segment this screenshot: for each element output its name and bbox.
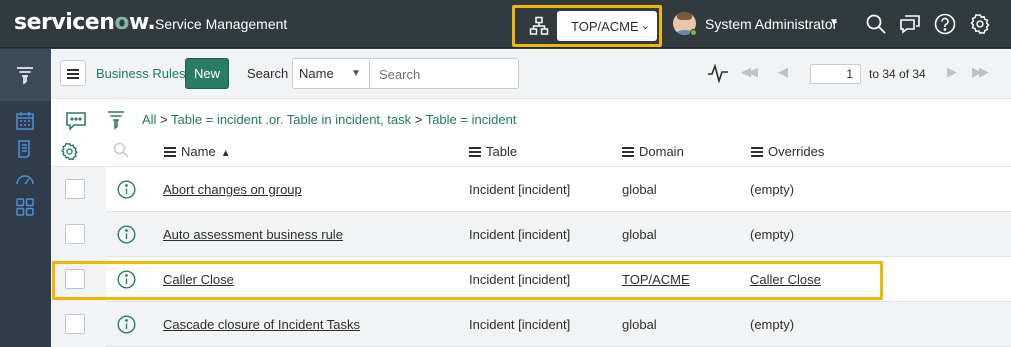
row-overrides: (empty) <box>750 182 795 197</box>
row-checkbox[interactable] <box>65 269 85 289</box>
column-label: Overrides <box>768 144 825 159</box>
help-icon[interactable] <box>934 13 956 35</box>
search-columns-icon[interactable] <box>113 142 129 158</box>
row-table: Incident [incident] <box>469 227 571 242</box>
previous-page-icon[interactable]: ◀ <box>778 64 788 80</box>
list-header-bar: Business Rules New Search Name ▼ Search … <box>51 49 1011 99</box>
search-field-select[interactable]: Name ▼ <box>292 58 370 89</box>
row-table: Incident [incident] <box>469 272 571 287</box>
row-select-cell <box>51 212 106 257</box>
personalize-list-gear-icon[interactable] <box>60 142 79 161</box>
page-total-label: to 34 of 34 <box>869 67 926 81</box>
table-row[interactable]: Cascade closure of Incident Tasks Incide… <box>51 302 1011 347</box>
presence-indicator <box>690 29 697 36</box>
row-domain: global <box>622 182 657 197</box>
gear-icon[interactable] <box>969 13 991 35</box>
connect-chat-icon[interactable] <box>899 13 921 35</box>
caret-down-icon[interactable]: ▼ <box>829 17 839 28</box>
nav-filter-tab[interactable] <box>0 49 51 101</box>
column-menu-icon[interactable] <box>622 146 634 157</box>
search-label: Search <box>247 66 289 81</box>
first-page-icon[interactable]: ◀◀ <box>741 64 758 80</box>
next-page-icon[interactable]: ▶ <box>947 64 957 80</box>
column-header-row: Name ▲ Table Domain Overrides <box>51 137 1011 167</box>
column-label: Domain <box>639 144 684 159</box>
column-header-domain[interactable]: Domain <box>622 144 684 159</box>
row-table: Incident [incident] <box>469 317 571 332</box>
activity-pulse-icon[interactable] <box>707 63 729 83</box>
activity-stream-icon[interactable] <box>65 111 87 131</box>
domain-picker-highlight: TOP/ACME ⌄ <box>512 5 662 47</box>
list-title[interactable]: Business Rules <box>96 66 186 81</box>
top-header: servicenow. Service Management TOP/ACME … <box>0 0 1011 48</box>
breadcrumb-trail: All > Table = incident .or. Table in inc… <box>142 112 517 127</box>
row-name-link[interactable]: Caller Close <box>163 272 234 287</box>
preview-info-icon[interactable] <box>117 180 136 199</box>
domain-value: TOP/ACME <box>571 19 639 34</box>
app-title: Service Management <box>155 16 288 32</box>
row-domain-link[interactable]: TOP/ACME <box>622 272 690 287</box>
row-name-link[interactable]: Auto assessment business rule <box>163 227 343 242</box>
row-domain: global <box>622 317 657 332</box>
row-overrides-link[interactable]: Caller Close <box>750 272 821 287</box>
column-menu-icon[interactable] <box>164 146 176 157</box>
history-icon[interactable] <box>15 139 35 159</box>
filter-icon[interactable] <box>15 65 35 85</box>
column-label: Name <box>181 144 216 159</box>
row-domain: global <box>622 227 657 242</box>
filter-icon[interactable] <box>107 110 125 130</box>
breadcrumb: All > Table = incident .or. Table in inc… <box>51 99 1011 137</box>
row-checkbox[interactable] <box>65 179 85 199</box>
column-header-table[interactable]: Table <box>469 144 517 159</box>
search-field-value: Name <box>299 66 334 81</box>
row-overrides: (empty) <box>750 227 795 242</box>
preview-info-icon[interactable] <box>117 225 136 244</box>
row-select-cell <box>51 167 106 212</box>
row-select-cell <box>51 257 106 302</box>
search-icon[interactable] <box>865 13 887 35</box>
calendar-icon[interactable] <box>15 111 35 131</box>
dashboard-gauge-icon[interactable] <box>15 169 35 189</box>
column-menu-icon[interactable] <box>469 146 481 157</box>
domain-tree-icon[interactable] <box>529 16 549 36</box>
row-checkbox[interactable] <box>65 314 85 334</box>
column-menu-icon[interactable] <box>751 146 763 157</box>
breadcrumb-item[interactable]: Table = incident <box>426 112 517 127</box>
last-page-icon[interactable]: ▶▶ <box>972 64 989 80</box>
servicenow-logo[interactable]: servicenow. <box>14 10 156 35</box>
row-checkbox[interactable] <box>65 224 85 244</box>
preview-info-icon[interactable] <box>117 315 136 334</box>
preview-info-icon[interactable] <box>117 270 136 289</box>
row-table: Incident [incident] <box>469 182 571 197</box>
table-row[interactable]: Caller Close Incident [incident] TOP/ACM… <box>51 257 1011 302</box>
new-button[interactable]: New <box>185 58 229 89</box>
sort-ascending-icon: ▲ <box>220 148 231 159</box>
breadcrumb-item[interactable]: Table = incident .or. Table in incident,… <box>171 112 411 127</box>
chevron-down-icon: ▼ <box>351 68 361 79</box>
table-row[interactable]: Abort changes on group Incident [inciden… <box>51 167 1011 212</box>
chevron-down-icon: ⌄ <box>640 20 650 32</box>
column-header-name[interactable]: Name ▲ <box>164 144 231 159</box>
row-select-cell <box>51 302 106 347</box>
row-overrides: (empty) <box>750 317 795 332</box>
user-menu[interactable]: System Administrator <box>705 16 837 32</box>
list-context-menu-button[interactable] <box>60 60 86 86</box>
domain-select[interactable]: TOP/ACME ⌄ <box>557 11 657 41</box>
row-name-link[interactable]: Abort changes on group <box>163 182 302 197</box>
column-header-overrides[interactable]: Overrides <box>751 144 824 159</box>
column-label: Table <box>486 144 518 159</box>
page-number-input[interactable]: 1 <box>810 64 861 84</box>
list-content: Business Rules New Search Name ▼ Search … <box>51 49 1011 347</box>
search-input[interactable]: Search <box>369 58 519 89</box>
breadcrumb-all[interactable]: All <box>142 112 156 127</box>
row-name-link[interactable]: Cascade closure of Incident Tasks <box>163 317 360 332</box>
nav-rail <box>0 49 51 347</box>
table-row[interactable]: Auto assessment business rule Incident [… <box>51 212 1011 257</box>
workspaces-grid-icon[interactable] <box>15 197 35 217</box>
